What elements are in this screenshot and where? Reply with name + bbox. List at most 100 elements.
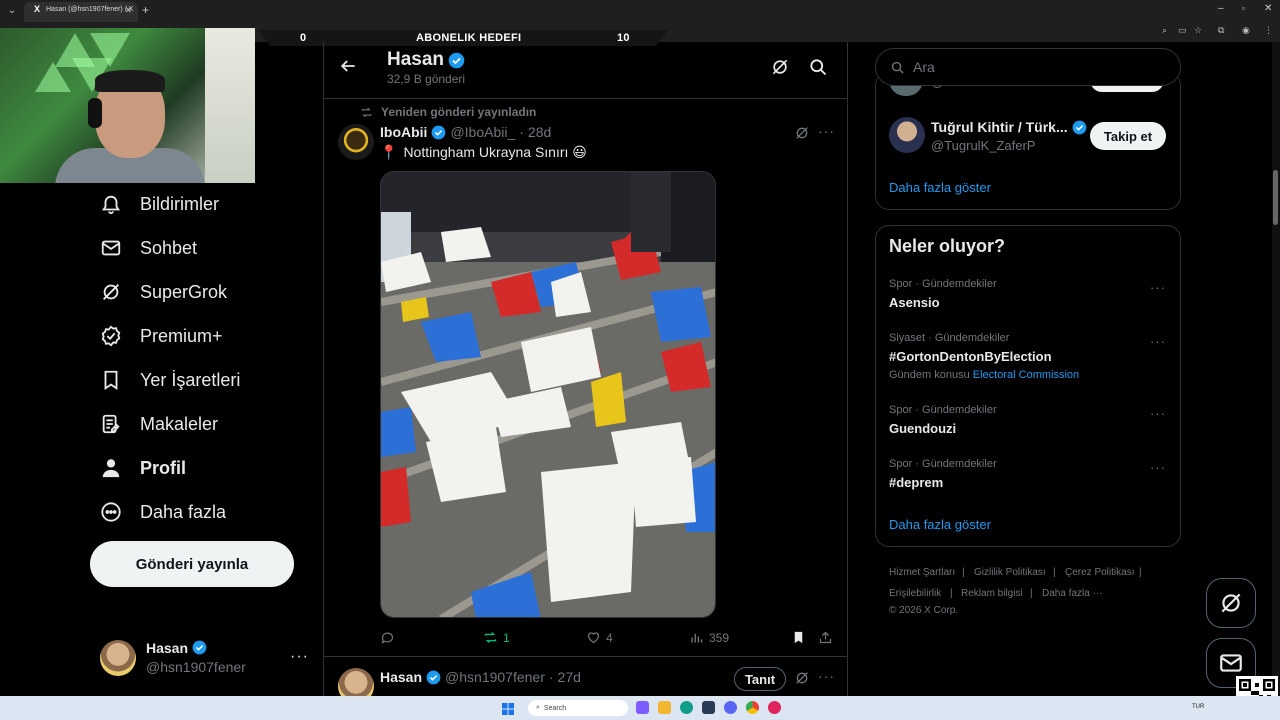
trend-more-icon[interactable]: ··· [1150,406,1166,421]
chrome-icon[interactable] [746,701,759,714]
nav-notifications[interactable]: Bildirimler [100,189,219,219]
trends-show-more[interactable]: Daha fazla göster [889,517,991,532]
nav-chat[interactable]: Sohbet [100,233,197,263]
post-header: Hasan @hsn1907fener · 27d [380,669,581,685]
repost-button[interactable]: 1 [483,630,510,645]
discord-icon[interactable] [724,701,737,714]
trend-item[interactable]: Asensio [889,295,940,310]
nav-articles[interactable]: Makaleler [100,409,218,439]
search-icon[interactable] [808,57,828,77]
window-maximize-icon[interactable]: ▫ [1242,3,1245,13]
footer-link-more[interactable]: Daha fazla ··· [1042,588,1103,599]
mail-icon [1220,654,1242,672]
zoom-icon[interactable]: ⌕ [1162,25,1167,36]
new-tab-button[interactable]: + [142,3,149,17]
who-to-follow-show-more[interactable]: Daha fazla göster [889,180,991,195]
account-avatar[interactable] [100,640,136,676]
post-media-photo[interactable] [380,171,716,618]
like-count: 4 [606,630,613,645]
grok-icon[interactable] [770,57,790,77]
search-icon [891,61,904,74]
nav-label: Profil [140,457,187,478]
footer-link-accessibility[interactable]: Erişilebilirlik [889,588,941,599]
promote-button[interactable]: Tanıt [734,667,786,691]
extensions-icon[interactable]: ⧉ [1218,25,1224,36]
suggested-user-avatar[interactable] [889,117,925,153]
browser-tab[interactable]: X Hasan (@hsn1907fener) / X ✕ [24,2,138,22]
trend-context-link[interactable]: Electoral Commission [973,369,1079,381]
footer-link-ads[interactable]: Reklam bilgisi [961,588,1023,599]
back-arrow-icon[interactable] [338,56,358,76]
person-icon [102,459,120,478]
taskbar-search-input[interactable]: ⌕ Search [528,700,628,716]
post-author-name[interactable]: Hasan [380,669,422,685]
tab-search-chevron-icon[interactable]: ⌄ [4,3,20,19]
reply-button[interactable] [380,630,400,645]
bookmark-star-icon[interactable]: ☆ [1194,25,1202,36]
trend-item[interactable]: #deprem [889,475,943,490]
scrollbar-thumb[interactable] [1273,170,1278,225]
post-more-icon[interactable]: ··· [818,123,835,139]
grok-icon[interactable] [794,125,810,141]
edge-browser-icon[interactable] [680,701,693,714]
search-input[interactable]: Ara [875,48,1181,86]
window-close-icon[interactable]: ✕ [1264,3,1272,14]
taskbar-app-icon[interactable] [768,701,781,714]
trend-more-icon[interactable]: ··· [1150,280,1166,295]
profile-icon[interactable]: ◉ [1242,25,1250,36]
footer-separator: | [950,588,953,599]
post-time[interactable]: 27d [558,669,581,685]
trend-more-icon[interactable]: ··· [1150,460,1166,475]
taskbar-app-icon[interactable] [702,701,715,714]
account-more-icon[interactable]: ··· [290,648,309,666]
nav-bookmarks[interactable]: Yer İşaretleri [100,365,240,395]
repost-count: 1 [503,630,510,645]
grok-floating-button[interactable] [1206,578,1256,628]
trend-more-icon[interactable]: ··· [1150,334,1166,349]
nav-premium[interactable]: Premium+ [100,321,223,351]
cast-icon[interactable]: ▭ [1178,25,1187,36]
suggested-user-name[interactable]: Tuğrul Kihtir / Türk... [931,119,1087,135]
account-name[interactable]: Hasan [146,640,207,656]
tab-close-icon[interactable]: ✕ [124,5,132,16]
repost-label-text: Yeniden gönderi yayınladın [381,105,537,119]
follow-button[interactable]: Takip et [1090,122,1166,150]
grok-icon [1221,593,1241,613]
browser-menu-icon[interactable]: ⋮ [1264,25,1273,36]
share-button[interactable] [818,630,833,645]
trend-category: Siyaset · Gündemdekiler [889,332,1010,344]
taskbar-app-icon[interactable] [636,701,649,714]
like-button[interactable]: 4 [586,630,613,645]
post-author-handle[interactable]: @IboAbii_ [450,124,515,140]
post-author-handle[interactable]: @hsn1907fener [445,669,545,685]
post-time[interactable]: 28d [528,124,551,140]
heart-icon [587,632,600,644]
bookmark-button[interactable] [791,630,806,645]
post-author-avatar[interactable] [338,124,374,160]
account-name-text: Hasan [146,640,189,656]
trend-item[interactable]: #GortonDentonByElection [889,349,1052,364]
post-author-name[interactable]: IboAbii [380,124,427,140]
nav-profile[interactable]: Profil [100,453,186,483]
grok-icon [103,284,119,300]
nav-supergrok[interactable]: SuperGrok [100,277,227,307]
windows-start-icon[interactable] [502,702,514,715]
window-minimize-icon[interactable]: – [1218,3,1224,14]
repost-indicator[interactable]: Yeniden gönderi yayınladın [360,105,536,119]
input-language-indicator[interactable]: TUR [1192,704,1204,710]
footer-link-terms[interactable]: Hizmet Şartları [889,567,955,578]
grok-icon[interactable] [794,670,810,686]
file-explorer-icon[interactable] [658,701,671,714]
views-button[interactable]: 359 [689,630,729,645]
trend-item[interactable]: Guendouzi [889,421,956,436]
footer-link-cookies[interactable]: Çerez Politikası [1065,567,1134,578]
post-divider [323,656,848,657]
trend-category: Spor · Gündemdekiler [889,404,997,416]
post-more-icon[interactable]: ··· [818,668,835,684]
more-circle-icon [101,502,121,522]
page-scrollbar[interactable] [1272,42,1280,696]
post-button[interactable]: Gönderi yayınla [90,541,294,587]
footer-link-privacy[interactable]: Gizlilik Politikası [974,567,1046,578]
nav-more[interactable]: Daha fazla [100,497,226,527]
verified-badge-icon [432,125,446,139]
